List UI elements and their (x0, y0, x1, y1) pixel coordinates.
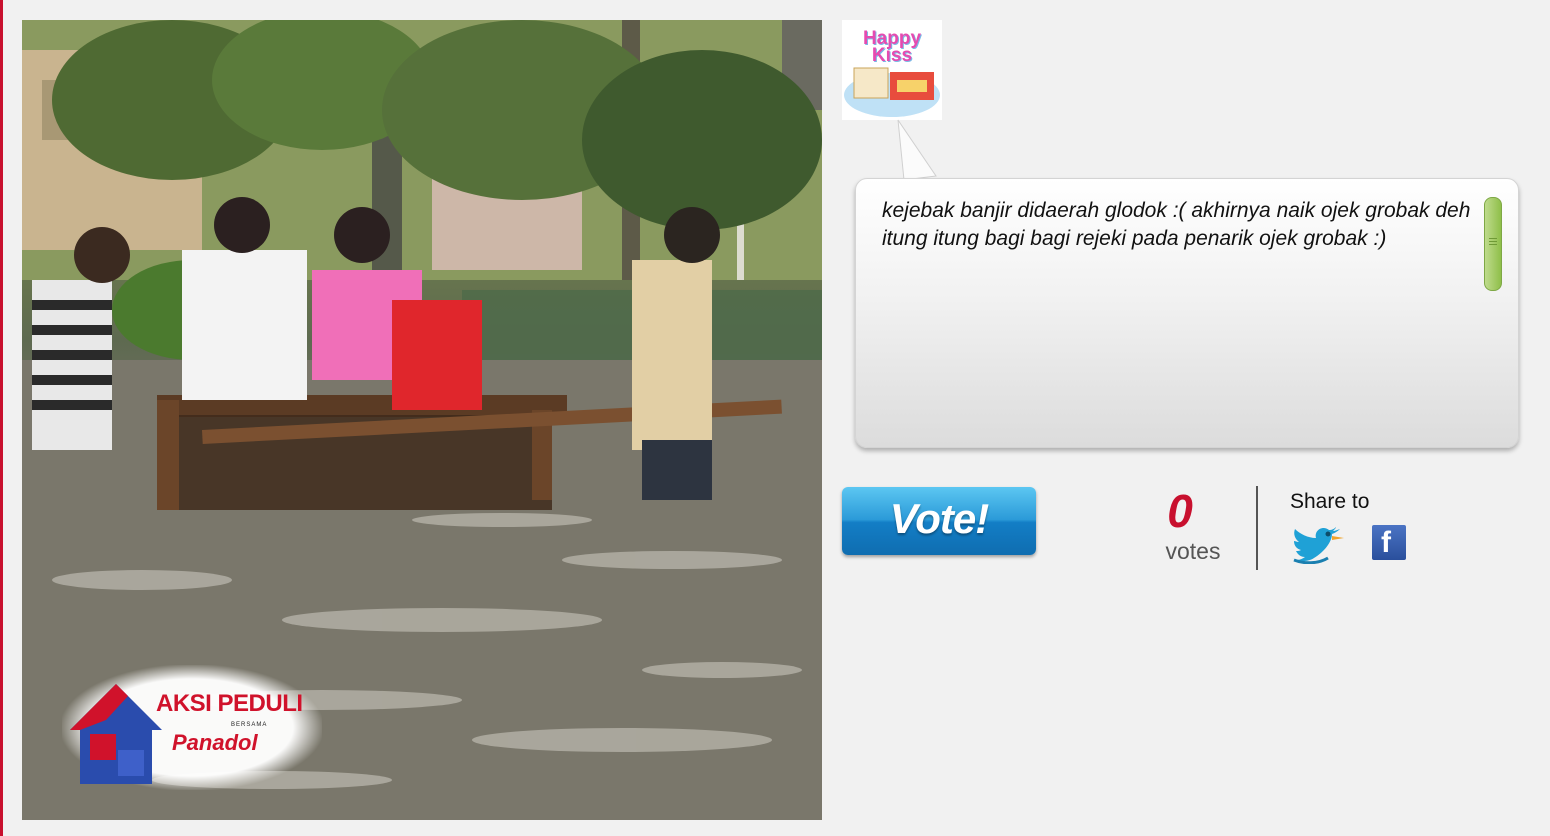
puzzle-house-logo-icon (70, 684, 162, 784)
logo-bersama: BERSAMA (231, 722, 268, 728)
post-photo: AKSI PEDULI BERSAMA Panadol (22, 20, 822, 820)
post-caption: kejebak banjir didaerah glodok :( akhirn… (882, 199, 1471, 250)
avatar-brand-text: Happy Kiss (862, 28, 922, 66)
vote-count: 0 (1167, 485, 1193, 537)
scroll-grip-icon (1489, 238, 1497, 246)
bubble-tail (897, 119, 937, 181)
vote-button[interactable]: Vote! (842, 487, 1036, 555)
page-left-rule (0, 0, 3, 836)
twitter-icon[interactable] (1288, 520, 1344, 564)
vote-share-divider (1256, 486, 1258, 570)
logo-aksi-peduli: AKSI PEDULI (156, 690, 303, 717)
user-avatar[interactable]: Happy Kiss (842, 20, 942, 120)
caption-scrollbar[interactable] (1484, 197, 1502, 291)
caption-bubble: kejebak banjir didaerah glodok :( akhirn… (855, 178, 1519, 448)
facebook-glyph: f (1381, 526, 1391, 559)
share-label: Share to (1290, 490, 1370, 513)
vote-count-unit: votes (1165, 538, 1221, 564)
facebook-icon[interactable]: f (1372, 525, 1406, 560)
vote-button-label: Vote! (889, 495, 989, 542)
logo-panadol: Panadol (172, 730, 258, 755)
